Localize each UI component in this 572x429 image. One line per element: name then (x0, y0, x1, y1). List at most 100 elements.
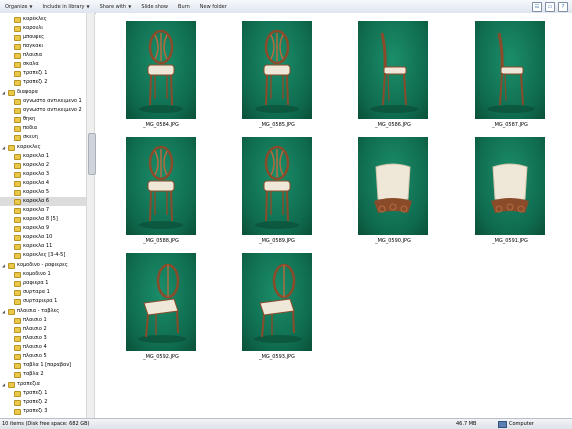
tree-item[interactable]: σκαλα (0, 60, 86, 69)
folder-icon (14, 362, 21, 369)
folder-icon (14, 252, 21, 259)
tree-item-label: τραπεζι 1 (23, 390, 48, 396)
file-tile[interactable]: _MG_0585.JPG (234, 21, 320, 128)
tree-item-label: τραπεζι 2 (23, 399, 48, 405)
file-tile[interactable]: _MG_0592.JPG (118, 253, 204, 360)
scrollbar-thumb[interactable] (88, 133, 96, 175)
file-tile[interactable]: _MG_0586.JPG (350, 21, 436, 128)
tree-item-label: καρεκλα 9 (23, 225, 50, 231)
tree-item-label: ραφιερα 1 (23, 280, 49, 286)
tree-item[interactable]: τραπεζι 1 (0, 69, 86, 78)
image-thumbnail[interactable] (358, 137, 428, 235)
tree-item[interactable]: συρταριερα 1 (0, 297, 86, 306)
tree-item[interactable]: καρεκλα 5 (0, 188, 86, 197)
tree-item[interactable]: καρεκλα 11 (0, 242, 86, 251)
tree-item[interactable]: καρεκλα 10 (0, 233, 86, 242)
tree-item[interactable]: τραπεζι 3 (0, 407, 86, 416)
file-name: _MG_0592.JPG (143, 354, 179, 360)
expand-arrow-icon[interactable]: ◢ (2, 88, 6, 97)
tree-item[interactable]: ◢ καρεκλες (0, 143, 86, 152)
folder-icon (8, 381, 15, 388)
help-icon[interactable]: ? (558, 1, 568, 12)
view-options-icon[interactable]: ☷ (532, 1, 542, 12)
organize-button[interactable]: Organize ▼ (0, 4, 37, 10)
tree-item[interactable]: καρεκλες [3-4-5] (0, 251, 86, 260)
tree-item[interactable]: ◢ διαφορα (0, 88, 86, 97)
folder-icon (14, 70, 21, 77)
folder-icon (14, 98, 21, 105)
share-with-button[interactable]: Share with ▼ (95, 4, 137, 10)
tree-item[interactable]: ποδια (0, 124, 86, 133)
folder-icon (14, 335, 21, 342)
tree-item[interactable]: τραπεζι 1 (0, 389, 86, 398)
slide-show-button[interactable]: Slide show (136, 4, 173, 10)
image-thumbnail[interactable] (126, 137, 196, 235)
tree-item[interactable]: αγνωστο αντικειμενο 2 (0, 106, 86, 115)
file-tile[interactable]: _MG_0587.JPG (467, 21, 553, 128)
file-tile[interactable]: _MG_0588.JPG (118, 137, 204, 244)
tree-item[interactable]: θηκη (0, 115, 86, 124)
tree-item[interactable]: πλαισιο 4 (0, 343, 86, 352)
tree-item[interactable]: καρεκλα 7 (0, 206, 86, 215)
tree-item[interactable]: μπουφες (0, 33, 86, 42)
folder-icon (14, 298, 21, 305)
navigation-scrollbar[interactable] (86, 13, 96, 418)
tree-item[interactable]: καρεκλα 9 (0, 224, 86, 233)
tree-item[interactable]: πλαισιο 5 (0, 352, 86, 361)
slideshow-label: Slide show (141, 3, 169, 10)
image-thumbnail[interactable] (358, 21, 428, 119)
file-tile[interactable]: _MG_0591.JPG (467, 137, 553, 244)
tree-item[interactable]: ραφιερα 1 (0, 279, 86, 288)
tree-item[interactable]: ταβλα 1 [παραβαν] (0, 361, 86, 370)
file-tile[interactable]: _MG_0593.JPG (234, 253, 320, 360)
tree-item[interactable]: κομοδινο 1 (0, 270, 86, 279)
expand-arrow-icon[interactable]: ◢ (2, 143, 6, 152)
tree-item[interactable]: καρουλι (0, 24, 86, 33)
tree-item[interactable]: πλαισιο 3 (0, 334, 86, 343)
expand-arrow-icon[interactable]: ◢ (2, 261, 6, 270)
tree-item[interactable]: ταβλα 2 (0, 370, 86, 379)
burn-button[interactable]: Burn (173, 4, 195, 10)
image-thumbnail[interactable] (126, 21, 196, 119)
tree-item[interactable]: ◢ τραπεζια (0, 380, 86, 389)
image-thumbnail[interactable] (475, 21, 545, 119)
tree-item[interactable]: πλαισιο 1 (0, 316, 86, 325)
tree-item[interactable]: καρέκλες (0, 15, 86, 24)
image-thumbnail[interactable] (242, 253, 312, 351)
image-thumbnail[interactable] (126, 253, 196, 351)
include-in-library-button[interactable]: Include in library ▼ (37, 4, 94, 10)
file-name: _MG_0587.JPG (492, 122, 528, 128)
expand-arrow-icon[interactable]: ◢ (2, 380, 6, 389)
tree-item-label: καρεκλα 11 (23, 243, 53, 249)
tree-item[interactable]: παγκακι (0, 42, 86, 51)
folder-icon (8, 89, 15, 96)
tree-item[interactable]: σκευη (0, 133, 86, 142)
tree-item[interactable]: τραπεζι 2 (0, 78, 86, 87)
file-tile[interactable]: _MG_0584.JPG (118, 21, 204, 128)
new-folder-button[interactable]: New folder (195, 4, 232, 10)
tree-item[interactable]: καρεκλα 3 (0, 170, 86, 179)
tree-item[interactable]: καρεκλα 6 (0, 197, 86, 206)
file-tile[interactable]: _MG_0590.JPG (350, 137, 436, 244)
expand-arrow-icon[interactable]: ◢ (2, 307, 6, 316)
tree-item[interactable]: συρταρα 1 (0, 288, 86, 297)
folder-icon (14, 207, 21, 214)
image-thumbnail[interactable] (242, 21, 312, 119)
tree-item-label: ταβλα 1 [παραβαν] (23, 362, 72, 368)
folder-icon (14, 107, 21, 114)
preview-pane-icon[interactable]: ▭ (545, 1, 555, 12)
tree-item[interactable]: καρεκλα 4 (0, 179, 86, 188)
tree-item[interactable]: καρεκλα 8 [5] (0, 215, 86, 224)
folder-icon (8, 262, 15, 269)
tree-item[interactable]: ◢ πλαισια - ταβλες (0, 307, 86, 316)
tree-item[interactable]: ◢ κομοδινο - ραφιερες (0, 261, 86, 270)
tree-item[interactable]: αγνωστο αντικειμενο 1 (0, 97, 86, 106)
file-tile[interactable]: _MG_0589.JPG (234, 137, 320, 244)
tree-item[interactable]: πλαισια (0, 51, 86, 60)
image-thumbnail[interactable] (242, 137, 312, 235)
tree-item[interactable]: καρεκλα 2 (0, 161, 86, 170)
image-thumbnail[interactable] (475, 137, 545, 235)
tree-item[interactable]: τραπεζι 2 (0, 398, 86, 407)
tree-item[interactable]: πλαισιο 2 (0, 325, 86, 334)
tree-item[interactable]: καρεκλα 1 (0, 152, 86, 161)
